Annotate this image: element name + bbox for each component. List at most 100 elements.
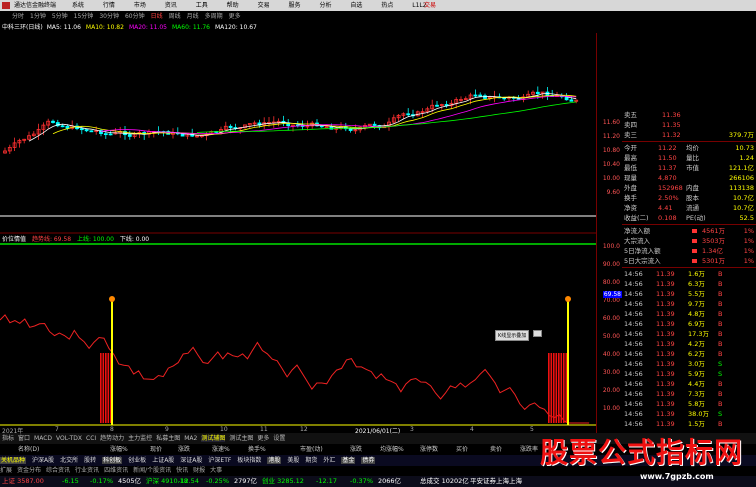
price-tick: 10.80 [602, 147, 620, 154]
tick-volume: 6.9万 [688, 320, 705, 328]
period-tab[interactable]: 日线 [151, 13, 163, 20]
indicator-tab[interactable]: 趋势动力 [100, 435, 124, 442]
indicator-marker: 69.58 [602, 291, 622, 298]
menu-item[interactable]: 交易 [258, 2, 270, 9]
price-tick: 10.00 [602, 175, 620, 182]
indicator-down: 下线: 0.00 [119, 236, 150, 243]
period-tab[interactable]: 30分钟 [99, 13, 119, 20]
info-tab[interactable]: 新闻/个股资讯 [133, 467, 171, 474]
market-tab[interactable]: 沪深ETF [208, 457, 231, 464]
period-tab[interactable]: 5分钟 [52, 13, 68, 20]
indicator-tab[interactable]: 测试辅图 [201, 435, 226, 442]
market-tab[interactable]: 北交所 [60, 457, 78, 464]
indicator-tab[interactable]: 主力监控 [128, 435, 152, 442]
market-tab[interactable]: 期货 [305, 457, 317, 464]
column-header-cell[interactable]: 涨跌率 [520, 444, 538, 455]
tick-volume: 4.4万 [688, 380, 705, 388]
column-header-cell[interactable]: 涨速% [212, 444, 230, 455]
market-tab[interactable]: 沪深A股 [32, 457, 54, 464]
column-header-cell[interactable]: 涨停数 [420, 444, 438, 455]
market-tab[interactable]: 深证A股 [180, 457, 202, 464]
market-tab[interactable]: 外汇 [323, 457, 335, 464]
market-tab[interactable]: 关机品种 [0, 457, 27, 464]
column-header-cell[interactable]: 现价 [150, 444, 162, 455]
candle-body [127, 134, 132, 137]
column-header-cell[interactable]: 涨跌 [178, 444, 190, 455]
info-tab[interactable]: 扩展 [0, 467, 12, 474]
quote-row: 5日净流入额 1.34亿 1% [622, 246, 756, 256]
indicator-tab[interactable]: MA2 [184, 435, 197, 442]
market-tab[interactable]: 债券 [361, 457, 376, 464]
indicator-tab[interactable]: 私募主图 [156, 435, 180, 442]
market-tab[interactable]: 美股 [287, 457, 299, 464]
menu-item[interactable]: 分析 [319, 2, 331, 9]
menu-item[interactable]: 自选 [350, 2, 362, 9]
chart-canvas[interactable] [0, 33, 596, 433]
status-item: 平安证券上海上海 [470, 477, 522, 485]
period-tab[interactable]: 60分钟 [125, 13, 145, 20]
indicator-legend: 价位情值 趋势线: 69.58 上线: 100.00 下线: 0.00 [2, 236, 149, 244]
indicator-tab[interactable]: MACD [34, 435, 52, 442]
market-tab[interactable]: 上证A股 [152, 457, 174, 464]
flow-percent: 1% [743, 227, 754, 235]
column-header-cell[interactable]: 买价 [456, 444, 468, 455]
indicator-tab[interactable]: CCI [86, 435, 96, 442]
menu-item[interactable]: 行情 [103, 2, 115, 9]
stock-name: 中科三环(日线) [2, 24, 43, 31]
column-header-cell[interactable]: 均涨幅% [380, 444, 404, 455]
column-header-cell[interactable]: 市盈(动) [300, 444, 323, 455]
info-tab[interactable]: 财报 [193, 467, 205, 474]
date-label: 3 [410, 426, 414, 433]
info-tab[interactable]: 快讯 [176, 467, 188, 474]
market-tab[interactable]: 创业板 [128, 457, 146, 464]
indicator-tab[interactable]: 指标 [2, 435, 14, 442]
column-header-cell[interactable]: 涨幅% [110, 444, 128, 455]
info-tab[interactable]: 行业资讯 [75, 467, 99, 474]
indicator-tab[interactable]: 测试主图 [229, 435, 253, 442]
popup-close-icon[interactable] [533, 330, 542, 337]
period-tab[interactable]: 月线 [187, 13, 199, 20]
market-tab[interactable]: 科创板 [102, 457, 123, 464]
status-item: 2066亿 [378, 477, 402, 485]
menu-item[interactable]: 服务 [289, 2, 301, 9]
info-tab[interactable]: 四维资讯 [104, 467, 128, 474]
menu-item[interactable]: 资讯 [165, 2, 177, 9]
column-header-cell[interactable]: 卖价 [490, 444, 502, 455]
period-tab[interactable]: 更多 [229, 13, 241, 20]
stat-value: 113138 [729, 184, 754, 192]
indicator-tab[interactable]: 更多 [257, 435, 269, 442]
period-tab[interactable]: 1分钟 [30, 13, 46, 20]
tick-time: 14:56 [624, 370, 643, 378]
column-header-cell[interactable]: 涨跌 [350, 444, 362, 455]
market-tab[interactable]: 港股 [267, 457, 282, 464]
market-tab[interactable]: 板块指数 [237, 457, 261, 464]
period-tab[interactable]: 周线 [169, 13, 181, 20]
menu-item[interactable]: 系统 [72, 2, 84, 9]
period-tab[interactable]: 多周期 [205, 13, 223, 20]
indicator-tick: 30.00 [602, 369, 620, 376]
info-tab[interactable]: 综合资讯 [46, 467, 70, 474]
candle-body [51, 120, 55, 123]
signal-dot-icon [565, 296, 571, 302]
market-tab[interactable]: 基金 [341, 457, 356, 464]
quote-row: 换手 2.50% 股本 10.7亿 [622, 193, 756, 203]
indicator-tab[interactable]: 窗口 [18, 435, 30, 442]
column-header-cell[interactable]: 换手% [248, 444, 266, 455]
tick-direction: S [718, 410, 723, 418]
period-tab[interactable]: 15分钟 [74, 13, 94, 20]
date-label: 12 [300, 426, 308, 433]
period-tab[interactable]: 分时 [12, 13, 24, 20]
overlay-popup[interactable]: K线显示叠加 [495, 330, 530, 341]
column-header-cell[interactable]: 名称(D) [18, 444, 39, 455]
menu-item[interactable]: 热点 [381, 2, 393, 9]
trade-button[interactable]: 交易 [424, 0, 436, 11]
info-tab[interactable]: 资金分布 [17, 467, 41, 474]
info-tab[interactable]: 大事 [210, 467, 222, 474]
menu-item[interactable]: 市场 [134, 2, 146, 9]
tick-price: 11.39 [656, 350, 675, 358]
menu-item[interactable]: 工具 [196, 2, 208, 9]
indicator-tab[interactable]: VOL-TDX [56, 435, 82, 442]
indicator-tab[interactable]: 设置 [273, 435, 285, 442]
market-tab[interactable]: 股转 [84, 457, 96, 464]
menu-item[interactable]: 帮助 [227, 2, 239, 9]
